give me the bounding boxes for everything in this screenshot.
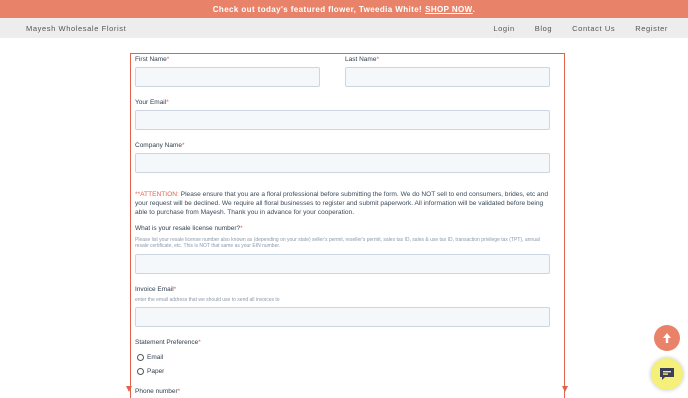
chat-button[interactable] (651, 358, 683, 390)
chat-bubble-icon (660, 368, 674, 380)
outline-arrow-left-icon (126, 386, 132, 392)
radio-email[interactable] (137, 354, 144, 361)
first-name-field[interactable] (135, 67, 320, 87)
brand-name[interactable]: Mayesh Wholesale Florist (26, 24, 126, 33)
promo-end: . (472, 4, 476, 14)
promo-banner: Check out today's featured flower, Tweed… (0, 0, 688, 18)
last-name-field[interactable] (345, 67, 550, 87)
statement-preference-label: Statement Preference* (135, 339, 201, 346)
resale-license-field[interactable] (135, 254, 550, 274)
resale-license-label: What is your resale license number?* (135, 225, 243, 232)
arrow-up-icon (663, 333, 671, 343)
attention-text: Please ensure that you are a floral prof… (135, 191, 549, 216)
shop-now-link[interactable]: SHOP NOW (425, 5, 473, 14)
nav-blog-link[interactable]: Blog (535, 24, 552, 33)
invoice-email-field[interactable] (135, 307, 550, 327)
phone-label: Phone number* (135, 388, 181, 395)
scroll-top-button[interactable] (654, 325, 680, 351)
invoice-email-label: Invoice Email* (135, 286, 177, 293)
outline-arrow-right-icon (562, 386, 568, 392)
company-label: Company Name* (135, 142, 185, 149)
radio-paper[interactable] (137, 368, 144, 375)
resale-license-help: Please list your resale license number a… (135, 237, 540, 250)
company-field[interactable] (135, 153, 550, 173)
email-label: Your Email* (135, 99, 169, 106)
email-field[interactable] (135, 110, 550, 130)
invoice-email-help: enter the email address that we should u… (135, 297, 280, 303)
nav-contact-link[interactable]: Contact Us (572, 24, 615, 33)
attention-notice: **ATTENTION: Please ensure that you are … (135, 191, 555, 218)
first-name-label: First Name* (135, 56, 170, 63)
top-nav: Mayesh Wholesale Florist Login Blog Cont… (0, 18, 688, 38)
statement-option-paper[interactable]: Paper (137, 368, 164, 375)
attention-label: **ATTENTION: (135, 191, 179, 198)
nav-links: Login Blog Contact Us Register (493, 24, 668, 33)
last-name-label: Last Name* (345, 56, 379, 63)
nav-register-link[interactable]: Register (635, 24, 668, 33)
promo-text: Check out today's featured flower, Tweed… (212, 4, 423, 14)
statement-option-email[interactable]: Email (137, 354, 163, 361)
nav-login-link[interactable]: Login (493, 24, 514, 33)
